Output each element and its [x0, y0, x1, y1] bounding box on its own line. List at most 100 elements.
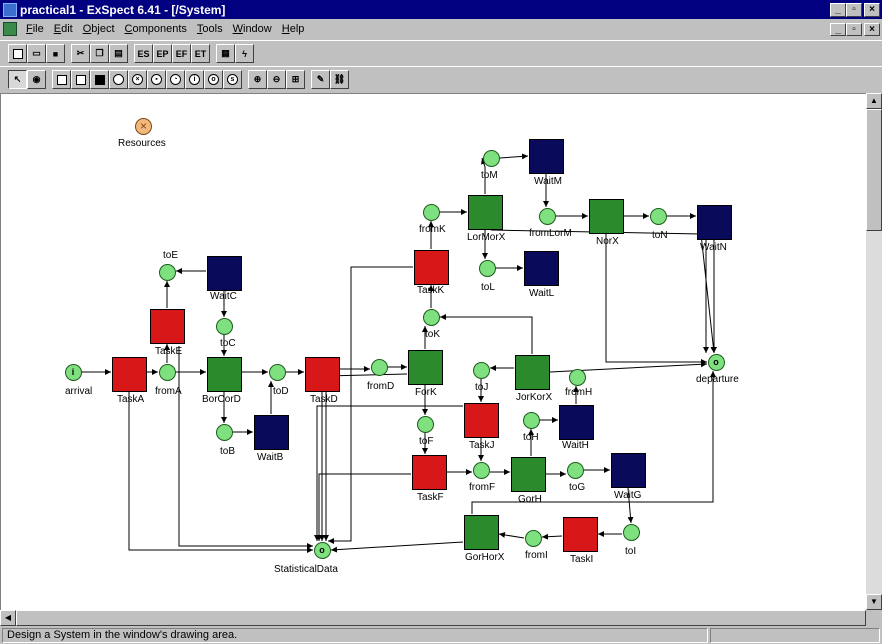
place-toK[interactable] [422, 308, 440, 326]
horizontal-scroll-thumb[interactable] [16, 610, 866, 626]
transition-tool-icon[interactable] [52, 70, 71, 89]
place-toC[interactable] [215, 317, 233, 335]
place-departure[interactable]: o [707, 353, 725, 371]
scroll-left-icon[interactable]: ◀ [0, 610, 16, 626]
cut-icon[interactable]: ✂ [71, 44, 90, 63]
arc-20[interactable] [499, 153, 529, 160]
zoom-in-icon[interactable]: ⊕ [248, 70, 267, 89]
select-arrow-icon[interactable]: ↖ [8, 70, 27, 89]
transition-WaitL[interactable] [523, 250, 559, 286]
vertical-scroll-thumb[interactable] [866, 109, 882, 231]
copy-icon[interactable]: ❐ [90, 44, 109, 63]
zoom-fit-icon[interactable]: ⊞ [286, 70, 305, 89]
et-button[interactable]: ET [191, 44, 210, 63]
paste-icon[interactable]: ▤ [109, 44, 128, 63]
menu-edit[interactable]: Edit [49, 23, 78, 35]
ep-button[interactable]: EP [153, 44, 172, 63]
horizontal-scrollbar[interactable]: ◀ [0, 610, 866, 626]
input-place-tool-icon[interactable]: i [185, 70, 204, 89]
transition-TaskK[interactable] [413, 249, 449, 285]
store-place-tool-icon[interactable]: ▪ [147, 70, 166, 89]
save-icon[interactable]: ■ [46, 44, 65, 63]
transition-BorCorD[interactable] [206, 356, 242, 392]
arc-57[interactable] [490, 229, 717, 354]
arc-50[interactable] [178, 346, 313, 549]
scroll-down-icon[interactable]: ▼ [866, 594, 882, 610]
check-icon[interactable]: ▦ [216, 44, 235, 63]
transition-LorMorX[interactable] [467, 194, 503, 230]
place-fromI[interactable] [524, 529, 542, 547]
transition-TaskE[interactable] [149, 308, 185, 344]
transition-GorH[interactable] [510, 456, 546, 492]
transition-filled-tool-icon[interactable] [90, 70, 109, 89]
transition-TaskI[interactable] [562, 516, 598, 552]
transition-WaitB[interactable] [253, 414, 289, 450]
transition-WaitH[interactable] [558, 404, 594, 440]
transition-WaitN[interactable] [696, 204, 732, 240]
hand-icon[interactable]: ◉ [27, 70, 46, 89]
system-place-tool-icon[interactable]: s [223, 70, 242, 89]
place-toG[interactable] [566, 461, 584, 479]
menu-help[interactable]: Help [277, 23, 310, 35]
arc-29[interactable] [605, 234, 707, 365]
transition-GorHorX[interactable] [463, 514, 499, 550]
place-toD[interactable] [268, 363, 286, 381]
transition-WaitG[interactable] [610, 452, 646, 488]
transition-ForK[interactable] [407, 349, 443, 385]
arc-55[interactable] [316, 473, 411, 541]
document-icon[interactable] [3, 22, 17, 36]
transition-TaskD[interactable] [304, 356, 340, 392]
arc-31[interactable] [440, 314, 533, 354]
place-tool-icon[interactable] [109, 70, 128, 89]
resource-place-tool-icon[interactable]: × [128, 70, 147, 89]
menu-window[interactable]: Window [228, 23, 277, 35]
place-fromD[interactable] [370, 358, 388, 376]
place-toJ[interactable] [472, 361, 490, 379]
arc-53[interactable] [323, 373, 408, 541]
place-fromF[interactable] [472, 461, 490, 479]
place-toM[interactable] [482, 149, 500, 167]
transition-NorX[interactable] [588, 198, 624, 234]
arc-52[interactable] [328, 266, 413, 544]
scroll-up-icon[interactable]: ▲ [866, 93, 882, 109]
transition-WaitC[interactable] [206, 255, 242, 291]
place-statistical[interactable]: o [313, 541, 331, 559]
arc-48[interactable] [330, 541, 464, 553]
arc-56[interactable] [471, 371, 716, 514]
transition-TaskF[interactable] [411, 454, 447, 490]
close-button[interactable]: × [864, 2, 880, 17]
resources-icon[interactable]: × [135, 118, 152, 135]
place-fromA[interactable] [158, 363, 176, 381]
place-toH[interactable] [522, 411, 540, 429]
minimize-button[interactable]: _ [830, 2, 846, 17]
clock-place-tool-icon[interactable]: ◔ [166, 70, 185, 89]
zoom-out-icon[interactable]: ⊖ [267, 70, 286, 89]
place-fromH[interactable] [568, 368, 586, 386]
open-folder-icon[interactable]: ▭ [27, 44, 46, 63]
arc-46[interactable] [541, 533, 563, 540]
place-toL[interactable] [478, 259, 496, 277]
menu-object[interactable]: Object [78, 23, 120, 35]
transition-TaskA[interactable] [111, 356, 147, 392]
menu-file[interactable]: File [21, 23, 49, 35]
transition-half-tool-icon[interactable] [71, 70, 90, 89]
place-toN[interactable] [649, 207, 667, 225]
ef-button[interactable]: EF [172, 44, 191, 63]
place-arrival[interactable]: i [64, 363, 82, 381]
arc-47[interactable] [498, 531, 525, 539]
place-toB[interactable] [215, 423, 233, 441]
app-icon[interactable] [3, 2, 17, 17]
place-toF[interactable] [416, 415, 434, 433]
doc-restore-button[interactable]: ▫ [846, 22, 862, 36]
link-icon[interactable]: ⛓ [330, 70, 349, 89]
lightning-icon[interactable]: ϟ [235, 44, 254, 63]
title-bar[interactable]: practical1 - ExSpect 6.41 - [/System] _ … [0, 0, 882, 19]
place-fromK[interactable] [422, 203, 440, 221]
doc-minimize-button[interactable]: _ [830, 22, 846, 36]
place-toI[interactable] [622, 523, 640, 541]
drawing-area[interactable]: × Resources i arrival fromA toE toC toD toB fro… [0, 93, 866, 610]
doc-close-button[interactable]: × [864, 22, 880, 36]
menu-tools[interactable]: Tools [192, 23, 228, 35]
place-fromLorM[interactable] [538, 207, 556, 225]
transition-WaitM[interactable] [528, 138, 564, 174]
